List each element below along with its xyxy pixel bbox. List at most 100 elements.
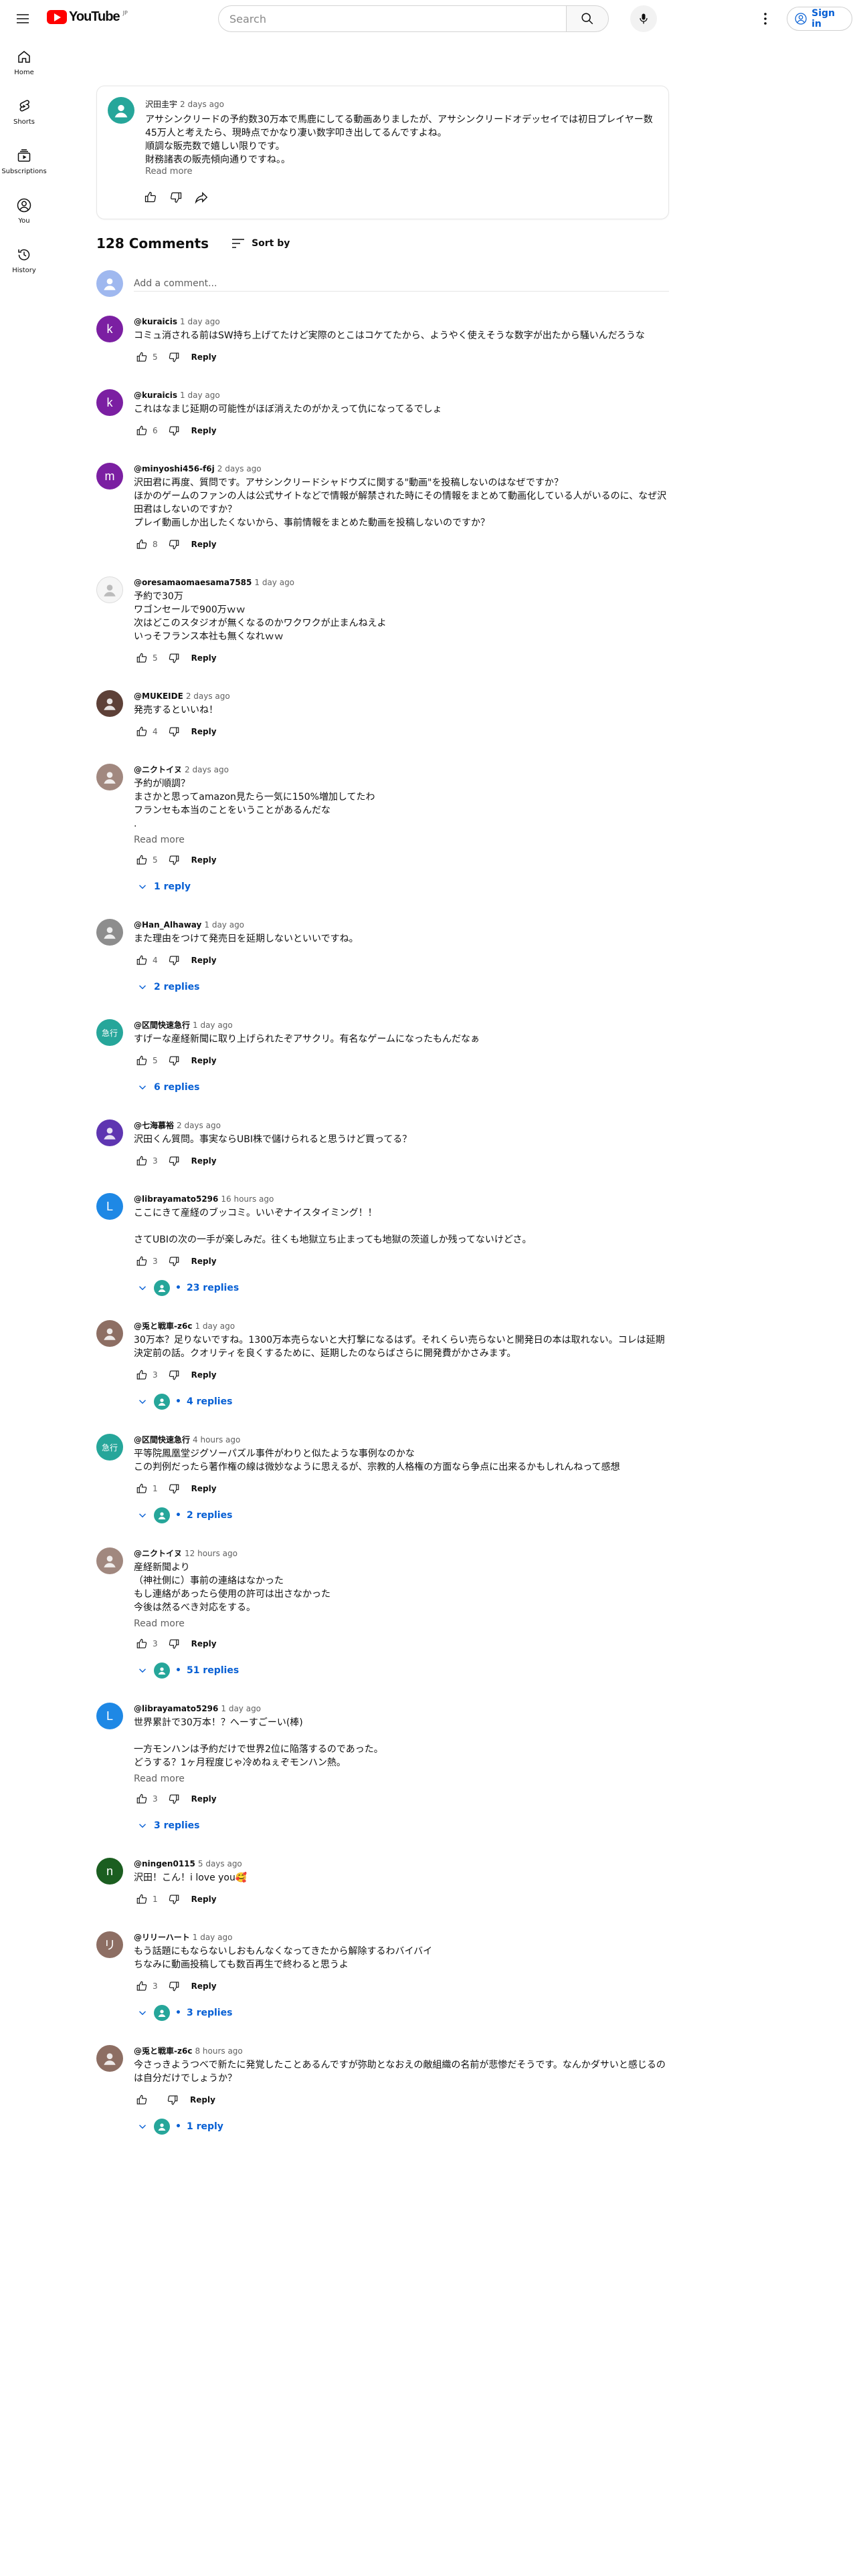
- reply-button[interactable]: Reply: [191, 1056, 217, 1065]
- like-button[interactable]: [134, 852, 150, 868]
- avatar[interactable]: k: [96, 316, 123, 342]
- comment-author[interactable]: @kuraicis: [134, 317, 177, 326]
- avatar[interactable]: リ: [96, 1931, 123, 1958]
- view-replies-button[interactable]: • 1 reply: [134, 2116, 669, 2137]
- reply-button[interactable]: Reply: [191, 1370, 217, 1380]
- comment-author[interactable]: @ningen0115: [134, 1859, 195, 1868]
- like-button[interactable]: [134, 1367, 150, 1383]
- dislike-button[interactable]: [166, 1153, 182, 1169]
- avatar[interactable]: [96, 576, 123, 603]
- view-replies-button[interactable]: • 2 replies: [134, 1505, 669, 1526]
- like-button[interactable]: [134, 1153, 150, 1169]
- reply-button[interactable]: Reply: [190, 2095, 215, 2105]
- voice-search-button[interactable]: [630, 5, 657, 32]
- guide-menu-button[interactable]: [12, 8, 33, 29]
- like-button[interactable]: [134, 1978, 150, 1994]
- read-more-button[interactable]: Read more: [145, 167, 192, 177]
- like-button[interactable]: [134, 650, 150, 666]
- comment-author[interactable]: @ニクトイヌ: [134, 1549, 182, 1558]
- comment-time[interactable]: 2 days ago: [217, 464, 262, 473]
- add-comment-input[interactable]: [134, 276, 669, 292]
- comment-time[interactable]: 1 day ago: [180, 391, 220, 400]
- view-replies-button[interactable]: 6 replies: [134, 1077, 669, 1098]
- reply-button[interactable]: Reply: [191, 1257, 217, 1266]
- comment-time[interactable]: 1 day ago: [195, 1321, 235, 1331]
- settings-more-button[interactable]: [755, 8, 776, 29]
- dislike-button[interactable]: [165, 2092, 181, 2108]
- avatar[interactable]: 急行: [96, 1434, 123, 1461]
- comment-time[interactable]: 1 day ago: [254, 578, 294, 587]
- like-button[interactable]: [134, 1053, 150, 1069]
- reply-button[interactable]: Reply: [191, 1895, 217, 1904]
- like-button[interactable]: [134, 952, 150, 968]
- comment-author[interactable]: @兎と戦車-z6c: [134, 2046, 192, 2056]
- view-replies-button[interactable]: • 3 replies: [134, 2002, 669, 2024]
- dislike-button[interactable]: [166, 1791, 182, 1807]
- avatar[interactable]: [96, 919, 123, 946]
- comment-author[interactable]: @librayamato5296: [134, 1194, 218, 1204]
- share-button[interactable]: [193, 189, 209, 205]
- comment-author[interactable]: @MUKEIDE: [134, 691, 183, 701]
- avatar[interactable]: [96, 1119, 123, 1146]
- reply-button[interactable]: Reply: [191, 352, 217, 362]
- sign-in-button[interactable]: Sign in: [787, 7, 852, 31]
- sidebar-item-shorts[interactable]: Shorts: [0, 87, 48, 136]
- like-button[interactable]: [134, 536, 150, 552]
- like-button[interactable]: [134, 1253, 150, 1269]
- read-more-button[interactable]: Read more: [134, 1774, 669, 1784]
- comment-author[interactable]: @七海慕裕: [134, 1121, 174, 1130]
- read-more-button[interactable]: Read more: [134, 835, 669, 845]
- reply-button[interactable]: Reply: [191, 540, 217, 549]
- post-author[interactable]: 沢田圭宇: [145, 100, 177, 109]
- like-button[interactable]: [134, 2092, 150, 2108]
- sidebar-item-you[interactable]: You: [0, 186, 48, 235]
- like-button[interactable]: [134, 1891, 150, 1907]
- comment-author[interactable]: @ニクトイヌ: [134, 765, 182, 774]
- like-button[interactable]: [134, 1636, 150, 1652]
- avatar[interactable]: k: [96, 389, 123, 416]
- view-replies-button[interactable]: 2 replies: [134, 976, 669, 998]
- comment-time[interactable]: 2 days ago: [186, 691, 230, 701]
- dislike-button[interactable]: [166, 1636, 182, 1652]
- avatar[interactable]: [96, 2045, 123, 2072]
- dislike-button[interactable]: [166, 1253, 182, 1269]
- dislike-button[interactable]: [166, 952, 182, 968]
- view-replies-button[interactable]: 3 replies: [134, 1815, 669, 1836]
- like-button[interactable]: [134, 1791, 150, 1807]
- reply-button[interactable]: Reply: [191, 1484, 217, 1493]
- search-button[interactable]: [566, 5, 609, 32]
- reply-button[interactable]: Reply: [191, 727, 217, 736]
- like-button[interactable]: [134, 423, 150, 439]
- dislike-button[interactable]: [166, 1978, 182, 1994]
- dislike-button[interactable]: [166, 349, 182, 365]
- comment-time[interactable]: 2 days ago: [177, 1121, 221, 1130]
- search-input[interactable]: [218, 5, 566, 32]
- reply-button[interactable]: Reply: [191, 956, 217, 965]
- comment-time[interactable]: 8 hours ago: [195, 2046, 242, 2056]
- avatar[interactable]: [96, 690, 123, 717]
- comment-time[interactable]: 16 hours ago: [221, 1194, 274, 1204]
- dislike-button[interactable]: [166, 852, 182, 868]
- like-button[interactable]: [134, 1481, 150, 1497]
- like-button[interactable]: [142, 189, 159, 205]
- comment-time[interactable]: 4 hours ago: [193, 1435, 240, 1444]
- sidebar-item-home[interactable]: Home: [0, 37, 48, 87]
- sidebar-item-subscriptions[interactable]: Subscriptions: [0, 136, 48, 186]
- reply-button[interactable]: Reply: [191, 1156, 217, 1166]
- reply-button[interactable]: Reply: [191, 855, 217, 865]
- comment-author[interactable]: @兎と戦車-z6c: [134, 1321, 192, 1331]
- view-replies-button[interactable]: • 23 replies: [134, 1277, 669, 1299]
- comment-time[interactable]: 1 day ago: [193, 1021, 233, 1030]
- comment-author[interactable]: @区間快速急行: [134, 1021, 190, 1030]
- view-replies-button[interactable]: • 4 replies: [134, 1391, 669, 1412]
- sidebar-item-history[interactable]: History: [0, 235, 48, 285]
- dislike-button[interactable]: [166, 724, 182, 740]
- comment-author[interactable]: @リリーハート: [134, 1933, 190, 1942]
- dislike-button[interactable]: [166, 1367, 182, 1383]
- comment-time[interactable]: 1 day ago: [180, 317, 220, 326]
- sort-by-button[interactable]: Sort by: [230, 235, 290, 251]
- comment-time[interactable]: 1 day ago: [221, 1704, 261, 1713]
- reply-button[interactable]: Reply: [191, 1794, 217, 1804]
- avatar[interactable]: 急行: [96, 1019, 123, 1046]
- like-button[interactable]: [134, 349, 150, 365]
